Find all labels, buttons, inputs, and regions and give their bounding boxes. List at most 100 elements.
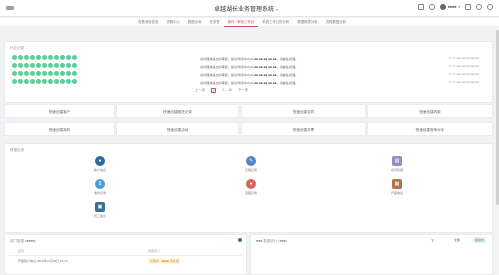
top-bar: 卓越湖长业务管理系统 ▾ ■■■■ ▾ (0, 0, 499, 17)
approver-avatar-icon (18, 79, 23, 84)
add-icon[interactable] (238, 238, 242, 242)
approval-row[interactable]: 请处理我提交的审批，提交时间为2021-■■-■■ ■■:■■:■■，请前往处理… (12, 63, 488, 69)
quick-actions: 快速创建客户 快速创建跟进记录 快速创建合同 快速创建收款 快速创建商机 快速创… (4, 104, 493, 141)
approval-card: 代办记录 请处理我提交的审批，提交时间为2021-■■-■■ ■■:■■:■■，… (4, 41, 493, 103)
tool-item[interactable]: ▣ 员工信息 (85, 202, 115, 218)
tool-item[interactable]: ▤ 合同管理 (382, 156, 412, 172)
nav-item[interactable]: 数据报表分析 (293, 18, 321, 27)
approver-avatar-icon (72, 55, 77, 60)
tool-label: 客户信息 (93, 168, 106, 172)
tool-label: 开票信息 (390, 191, 403, 195)
approval-title: 代办记录 (10, 46, 24, 50)
approver-avatar-icon (24, 63, 29, 68)
nav-item[interactable]: 事件 / 审批工作台 (223, 18, 259, 27)
panel-title: 部门数据 (■■■■) (10, 239, 36, 243)
approval-row[interactable]: 请处理我提交的审批，提交时间为2021-■■-■■ ■■:■■:■■，请前往处理… (12, 79, 488, 85)
tool-item[interactable]: ● 客户信息 (85, 156, 115, 172)
approver-avatar-icon (60, 55, 65, 60)
nav-item[interactable]: 任务表 (205, 18, 223, 27)
approver-avatar-icon (12, 71, 17, 76)
message-icon[interactable] (465, 4, 471, 10)
bottom-right-card: ■■■ 数据统计 (■■■) ⊽ 全部 跟进中 (250, 234, 493, 275)
approver-avatars (12, 63, 77, 68)
approver-avatar-icon (66, 71, 71, 76)
quick-action-button[interactable]: 快速创建跟进记录 (116, 104, 239, 118)
app-title[interactable]: 卓越湖长业务管理系统 ▾ (214, 4, 278, 13)
nav-item[interactable]: 数据仓库 (184, 18, 206, 27)
quick-action-button[interactable]: 快速创建客户 (4, 104, 115, 118)
user-name: ■■■■ (447, 5, 457, 9)
approver-avatar-icon (24, 71, 29, 76)
approval-text: 请处理我提交的审批，提交时间为2021-■■-■■ ■■:■■:■■，请前往处理… (200, 65, 299, 69)
approval-time: 2021-■■-■■ ■■:■■:■■ (448, 64, 479, 68)
approver-avatars (12, 79, 77, 84)
approver-avatar-icon (48, 71, 53, 76)
tool-item[interactable]: $ 收款记录 (85, 179, 115, 195)
app-title-text: 卓越湖长业务管理系统 (214, 7, 275, 13)
clip-icon: ♦ (246, 179, 256, 189)
settings-icon[interactable] (476, 4, 482, 10)
approval-text: 请处理我提交的审批，提交时间为2021-■■-■■ ■■:■■:■■，请前往处理… (200, 73, 299, 77)
approver-avatar-icon (42, 63, 47, 68)
quick-action-button[interactable]: 快速创建竞争对手 (367, 122, 493, 136)
approver-avatar-icon (18, 63, 23, 68)
approver-avatar-icon (72, 71, 77, 76)
phone-icon[interactable] (417, 4, 424, 10)
quick-action-button[interactable]: 快速创建商机 (4, 122, 115, 136)
doc-icon: ▤ (392, 156, 402, 166)
approver-avatar-icon (60, 71, 65, 76)
nav-item[interactable]: 系统工作日历分析 (258, 18, 293, 27)
app-logo[interactable] (6, 6, 14, 10)
approver-avatar-icon (12, 55, 17, 60)
tool-item[interactable]: ✎ 日程记录 (236, 156, 266, 172)
approver-avatar-icon (54, 79, 59, 84)
approver-avatar-icon (18, 55, 23, 60)
tool-label: 日程记录 (244, 168, 257, 172)
filter-icon[interactable]: ⊽ (431, 238, 434, 243)
quick-action-button[interactable]: 快速创建合同 (241, 104, 366, 118)
row-text[interactable]: 开票客户信息 2020年12月02日 15:24 (18, 259, 68, 263)
page-numbers[interactable]: 2 ... 16 (222, 88, 232, 93)
next-page-button[interactable]: 下一页 (238, 88, 248, 93)
approver-avatar-icon (12, 79, 17, 84)
approver-avatar-icon (12, 63, 17, 68)
avatar (439, 4, 446, 10)
nav-item[interactable]: 流程中心 (162, 18, 184, 27)
approver-avatar-icon (18, 71, 23, 76)
approver-avatar-icon (42, 79, 47, 84)
quick-action-button[interactable]: 快速创建活动 (116, 122, 239, 136)
invoice-icon: ▦ (392, 179, 402, 189)
prev-page-button[interactable]: 上一页 (195, 88, 205, 93)
column-header: 所属部门 (148, 249, 161, 253)
status-badge: 处理中 · ■■■■ 待处理 (148, 258, 181, 264)
user-menu[interactable]: ■■■■ ▾ (439, 4, 460, 10)
approver-avatar-icon (60, 79, 65, 84)
approver-avatar-icon (66, 55, 71, 60)
approver-avatar-icon (72, 63, 77, 68)
nav-items: 查看消息信息 流程中心 数据仓库 任务表 事件 / 审批工作台 系统工作日历分析 数据报表分… (134, 18, 350, 27)
clock-icon[interactable] (428, 4, 435, 10)
power-icon[interactable] (487, 4, 493, 10)
tool-label: 收款记录 (93, 191, 106, 195)
approver-avatar-icon (36, 63, 41, 68)
page-current[interactable]: 1 (210, 88, 216, 93)
tool-item[interactable]: ♦ 流程记录 (236, 179, 266, 195)
quick-action-button[interactable]: 快速创建开票 (241, 122, 366, 136)
approval-time: 2021-■■-■■ ■■:■■:■■ (448, 72, 479, 76)
approver-avatar-icon (54, 55, 59, 60)
approver-avatar-icon (30, 63, 35, 68)
approver-avatar-icon (72, 79, 77, 84)
filter-label[interactable]: 全部 (454, 238, 460, 242)
nav-item[interactable]: 查看消息信息 (134, 18, 162, 27)
approver-avatar-icon (30, 55, 35, 60)
tool-item[interactable]: ▦ 开票信息 (382, 179, 412, 195)
approval-text: 请处理我提交的审批，提交时间为2021-■■-■■ ■■:■■:■■，请前往处理… (200, 57, 299, 61)
user-card-icon: ▣ (95, 202, 105, 212)
bottom-left-card: 部门数据 (■■■■) 名称 所属部门 开票客户信息 2020年12月02日 1… (4, 234, 247, 275)
nav-item[interactable]: 流程数据分析 (322, 18, 350, 27)
status-tag[interactable]: 跟进中 (472, 237, 486, 243)
quick-action-button[interactable]: 快速创建收款 (367, 104, 493, 118)
approval-row[interactable]: 请处理我提交的审批，提交时间为2021-■■-■■ ■■:■■:■■，请前往处理… (12, 71, 488, 77)
approval-row[interactable]: 请处理我提交的审批，提交时间为2021-■■-■■ ■■:■■:■■，请前往处理… (12, 55, 488, 61)
approver-avatar-icon (36, 79, 41, 84)
